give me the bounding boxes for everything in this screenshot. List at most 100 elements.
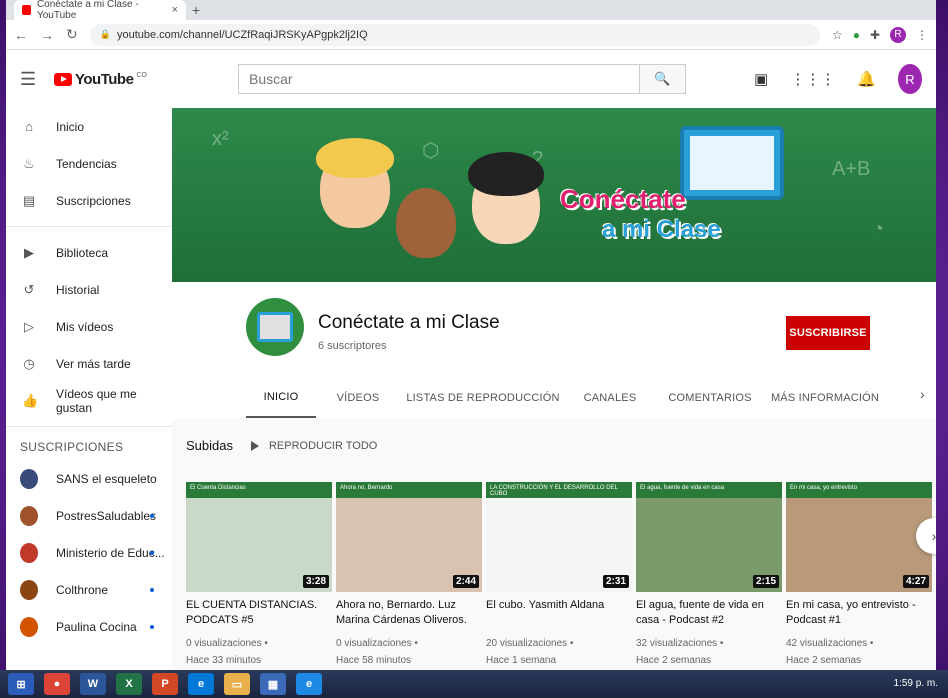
thumbnail-caption: En mi casa, yo entrevisto (786, 482, 932, 498)
video-title[interactable]: En mi casa, yo entrevisto - Podcast #1 (786, 598, 932, 628)
banner-doodle: A+B (832, 158, 871, 180)
subscription-item[interactable]: Ministerio de Educ... (6, 534, 172, 571)
address-bar[interactable]: 🔒 youtube.com/channel/UCZfRaqiJRSKyAPgpk… (89, 23, 820, 46)
video-views: 42 visualizaciones • (786, 638, 874, 649)
search-button[interactable]: 🔍 (640, 64, 686, 94)
thumbnail-caption: LA CONSTRUCCIÓN Y EL DESARROLLO DEL CUBO (486, 482, 632, 498)
sidebar-item-suscripciones[interactable]: ▤ Suscripciones (6, 182, 172, 219)
close-tab-icon[interactable]: × (172, 4, 178, 16)
video-title[interactable]: El agua, fuente de vida en casa - Podcas… (636, 598, 782, 628)
youtube-header: ☰ YouTube CO 🔍 ▣ ⋮⋮⋮ 🔔 R (6, 50, 936, 108)
search-input[interactable] (238, 64, 640, 94)
lock-icon: 🔒 (99, 29, 111, 39)
subscription-item[interactable]: PostresSaludables (6, 497, 172, 534)
notifications-bell-icon[interactable]: 🔔 (857, 70, 876, 88)
bookmark-star-icon[interactable]: ☆ (832, 28, 843, 42)
video-views: 32 visualizaciones • (636, 638, 724, 649)
sidebar-item-label: Biblioteca (56, 245, 109, 260)
create-video-icon[interactable]: ▣ (754, 70, 768, 88)
subscription-item[interactable]: Paulina Cocina (6, 608, 172, 645)
tabs-next-chevron-icon[interactable]: › (920, 386, 925, 402)
subscribe-button[interactable]: SUSCRIBIRSE (786, 316, 870, 350)
extension-shield-icon[interactable]: ● (853, 28, 860, 42)
sidebar-item-inicio[interactable]: ⌂ Inicio (6, 108, 172, 145)
start-button-icon[interactable]: ⊞ (8, 673, 34, 695)
video-card[interactable]: LA CONSTRUCCIÓN Y EL DESARROLLO DEL CUBO… (486, 482, 632, 669)
sidebar-item-ver-más-tarde[interactable]: ◷ Ver más tarde (6, 345, 172, 382)
video-thumbnail[interactable]: LA CONSTRUCCIÓN Y EL DESARROLLO DEL CUBO… (486, 482, 632, 592)
like-icon: 👍 (22, 392, 39, 408)
video-thumbnail[interactable]: Ahora no, Bernardo 2:44 (336, 482, 482, 592)
channel-avatar[interactable] (246, 298, 304, 356)
new-tab-icon[interactable]: + (192, 2, 200, 18)
tab-inicio[interactable]: INICIO (246, 378, 316, 418)
video-thumbnail[interactable]: El agua, fuente de vida en casa 2:15 (636, 482, 782, 592)
browser-menu-icon[interactable]: ⋮ (916, 28, 928, 42)
channel-name: Conéctate a mi Clase (318, 312, 500, 333)
url-text: youtube.com/channel/UCZfRaqiJRSKyAPgpk2l… (116, 28, 368, 41)
browser-window: Conéctate a mi Clase - YouTube × + ← → ↻… (6, 0, 936, 670)
sidebar-item-vídeos-que-me-gustan[interactable]: 👍 Vídeos que me gustan (6, 382, 172, 419)
banner-monitor-icon (680, 126, 784, 200)
youtube-logo[interactable]: YouTube CO (54, 71, 147, 88)
video-title[interactable]: Ahora no, Bernardo. Luz Marina Cárdenas … (336, 598, 482, 628)
play-icon (250, 440, 259, 451)
word-taskbar-icon[interactable]: W (80, 673, 106, 695)
new-content-dot (150, 513, 154, 518)
tab-listas-de-reproducción[interactable]: LISTAS DE REPRODUCCIÓN (400, 378, 566, 418)
windows-taskbar: ⊞ ● W X P e ▭ ▦ e 1:59 p. m. (0, 670, 948, 698)
subscription-item[interactable]: SANS el esqueleto (6, 460, 172, 497)
uploads-header: Subidas REPRODUCIR TODO (186, 438, 377, 453)
extensions-puzzle-icon[interactable]: ✚ (870, 28, 880, 42)
sidebar-item-mis-vídeos[interactable]: ▷ Mis vídeos (6, 308, 172, 345)
video-card[interactable]: El Cuenta Distancias 3:28 EL CUENTA DISTAN… (186, 482, 332, 669)
thumbnail-caption: Ahora no, Bernardo (336, 482, 482, 498)
video-thumbnail[interactable]: El Cuenta Distancias 3:28 (186, 482, 332, 592)
chrome-taskbar-icon[interactable]: ● (44, 673, 70, 695)
back-icon[interactable]: ← (14, 27, 28, 43)
tab-canales[interactable]: CANALES (566, 378, 654, 418)
subscription-item[interactable]: Colthrone (6, 571, 172, 608)
video-title[interactable]: El cubo. Yasmith Aldana (486, 598, 632, 628)
sidebar-item-label: Historial (56, 282, 100, 297)
divider (6, 226, 172, 227)
banner-doodle: ⬡ (422, 140, 440, 162)
my-videos-icon: ▷ (24, 318, 34, 334)
search-box: 🔍 (238, 64, 686, 94)
app-taskbar-icon[interactable]: ▦ (260, 673, 286, 695)
powerpoint-taskbar-icon[interactable]: P (152, 673, 178, 695)
browser-tab[interactable]: Conéctate a mi Clase - YouTube × (14, 0, 186, 21)
banner-title-line2: a mi Clase (602, 216, 721, 243)
video-card[interactable]: El agua, fuente de vida en casa 2:15 El ag… (636, 482, 782, 669)
play-all-button[interactable]: REPRODUCIR TODO (250, 440, 377, 452)
video-views: 0 visualizaciones • (186, 638, 268, 649)
edge-taskbar-icon[interactable]: e (188, 673, 214, 695)
forward-icon[interactable]: → (40, 27, 54, 43)
apps-grid-icon[interactable]: ⋮⋮⋮ (790, 70, 835, 88)
browser-profile-avatar[interactable]: R (890, 26, 906, 43)
tab-vídeos[interactable]: VÍDEOS (316, 378, 400, 418)
hamburger-menu-icon[interactable]: ☰ (20, 69, 50, 90)
video-card[interactable]: En mi casa, yo entrevisto 4:27 En mi casa,… (786, 482, 932, 669)
excel-taskbar-icon[interactable]: X (116, 673, 142, 695)
banner-kid-dark (396, 188, 456, 258)
tab-comentarios[interactable]: COMENTARIOS (654, 378, 766, 418)
sidebar-item-historial[interactable]: ↺ Historial (6, 271, 172, 308)
video-thumbnail[interactable]: En mi casa, yo entrevisto 4:27 (786, 482, 932, 592)
ie-taskbar-icon[interactable]: e (296, 673, 322, 695)
video-card[interactable]: Ahora no, Bernardo 2:44 Ahora no, Bernardo… (336, 482, 482, 669)
file-explorer-taskbar-icon[interactable]: ▭ (224, 673, 250, 695)
tab-más-información[interactable]: MÁS INFORMACIÓN (766, 378, 884, 418)
video-meta: 20 visualizaciones • Hace 1 semana (486, 636, 632, 669)
sidebar-item-tendencias[interactable]: ♨ Tendencias (6, 145, 172, 182)
subscription-avatar (20, 468, 38, 489)
sidebar-item-biblioteca[interactable]: ▶ Biblioteca (6, 234, 172, 271)
account-avatar[interactable]: R (898, 64, 922, 94)
video-duration: 2:31 (602, 575, 629, 588)
tab-strip: Conéctate a mi Clase - YouTube × + (6, 0, 936, 21)
reload-icon[interactable]: ↻ (66, 26, 78, 43)
subscription-avatar (20, 579, 38, 600)
video-title[interactable]: EL CUENTA DISTANCIAS. PODCATS #5 (186, 598, 332, 628)
subscription-avatar (20, 505, 38, 526)
video-views: 0 visualizaciones • (336, 638, 418, 649)
